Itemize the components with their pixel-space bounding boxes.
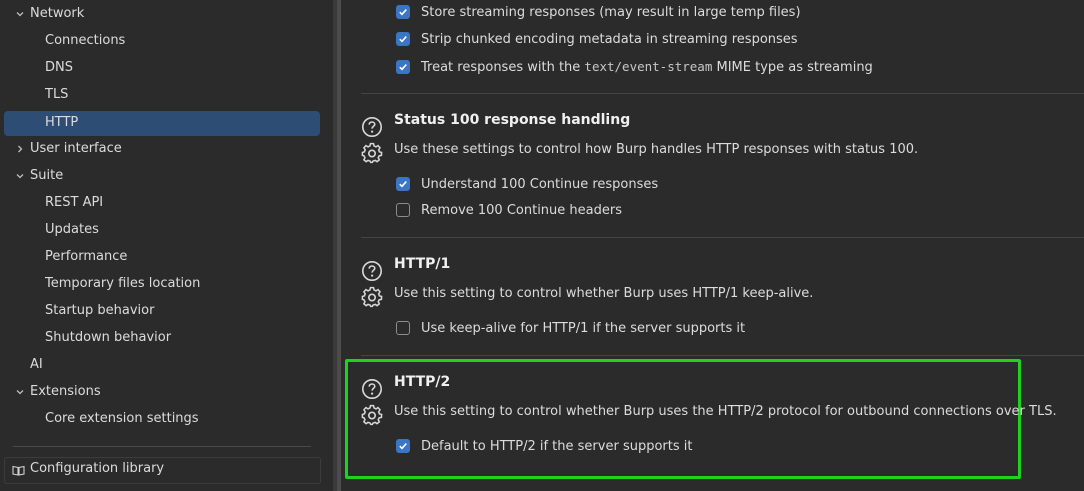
sidebar-item-label: Performance bbox=[45, 249, 128, 264]
checkbox-checked[interactable] bbox=[396, 439, 410, 453]
remove-100-continue-headers-option[interactable]: Remove 100 Continue headers bbox=[396, 200, 622, 220]
sidebar-item-label: Core extension settings bbox=[45, 411, 199, 426]
sidebar-item-label: Connections bbox=[45, 33, 126, 48]
sidebar-item-temporary-files-location[interactable]: Temporary files location bbox=[4, 271, 320, 296]
section-description: Use these settings to control how Burp h… bbox=[394, 142, 919, 157]
sidebar-item-extensions[interactable]: Extensions bbox=[4, 379, 320, 404]
sidebar-item-network[interactable]: Network bbox=[4, 1, 320, 26]
checkbox-unchecked[interactable] bbox=[396, 203, 410, 217]
label-suffix: MIME type as streaming bbox=[712, 60, 873, 75]
sidebar-item-label: DNS bbox=[45, 60, 73, 75]
section-title: HTTP/2 bbox=[394, 374, 451, 390]
sidebar-item-tls[interactable]: TLS bbox=[4, 82, 320, 107]
sidebar-item-performance[interactable]: Performance bbox=[4, 244, 320, 269]
sidebar-divider bbox=[13, 446, 311, 447]
sidebar-item-suite[interactable]: Suite bbox=[4, 163, 320, 188]
sidebar-item-label: Startup behavior bbox=[45, 303, 155, 318]
configuration-library-button[interactable]: Configuration library bbox=[4, 457, 321, 484]
http1-keep-alive-option[interactable]: Use keep-alive for HTTP/1 if the server … bbox=[396, 318, 745, 338]
sidebar-item-updates[interactable]: Updates bbox=[4, 217, 320, 242]
checkbox-unchecked[interactable] bbox=[396, 321, 410, 335]
section-description: Use this setting to control whether Burp… bbox=[394, 286, 814, 301]
chevron-down-icon[interactable] bbox=[15, 171, 25, 181]
book-icon bbox=[12, 465, 25, 480]
chevron-down-icon[interactable] bbox=[15, 387, 25, 397]
section-title: Status 100 response handling bbox=[394, 112, 631, 128]
store-streaming-responses-option[interactable]: Store streaming responses (may result in… bbox=[396, 2, 801, 22]
section-divider bbox=[361, 355, 1084, 356]
sidebar-item-label: User interface bbox=[30, 141, 122, 156]
sidebar-item-label: TLS bbox=[45, 87, 69, 102]
checkbox-label: Remove 100 Continue headers bbox=[421, 202, 622, 218]
sidebar-item-http[interactable]: HTTP bbox=[4, 111, 320, 136]
sidebar-item-label: Network bbox=[30, 6, 85, 21]
checkbox-checked[interactable] bbox=[396, 5, 410, 19]
chevron-down-icon[interactable] bbox=[15, 9, 25, 19]
treat-event-stream-option[interactable]: Treat responses with the text/event-stre… bbox=[396, 57, 873, 77]
sidebar-item-core-extension-settings[interactable]: Core extension settings bbox=[4, 406, 320, 431]
sidebar-item-rest-api[interactable]: REST API bbox=[4, 190, 320, 215]
mime-type-code: text/event-stream bbox=[584, 59, 713, 74]
gear-icon[interactable] bbox=[361, 286, 383, 308]
sidebar-item-dns[interactable]: DNS bbox=[4, 55, 320, 80]
section-divider bbox=[361, 237, 1084, 238]
sidebar-item-label: HTTP bbox=[45, 115, 79, 130]
checkbox-label: Treat responses with the text/event-stre… bbox=[421, 59, 873, 75]
sidebar-item-label: Shutdown behavior bbox=[45, 330, 172, 345]
configuration-library-label: Configuration library bbox=[30, 461, 165, 476]
settings-sidebar: Network Connections DNS TLS HTTP User in… bbox=[0, 0, 333, 491]
checkbox-checked[interactable] bbox=[396, 32, 410, 46]
sidebar-item-label: AI bbox=[30, 357, 43, 372]
help-icon[interactable] bbox=[361, 260, 383, 282]
sidebar-item-label: Updates bbox=[45, 222, 99, 237]
checkbox-label: Use keep-alive for HTTP/1 if the server … bbox=[421, 320, 746, 336]
help-icon[interactable] bbox=[361, 378, 383, 400]
sidebar-item-label: Temporary files location bbox=[45, 276, 201, 291]
settings-content: Store streaming responses (may result in… bbox=[341, 0, 1084, 491]
chevron-right-icon[interactable] bbox=[15, 144, 25, 154]
gear-icon[interactable] bbox=[361, 142, 383, 164]
gear-icon[interactable] bbox=[361, 404, 383, 426]
checkbox-label: Strip chunked encoding metadata in strea… bbox=[421, 31, 798, 47]
checkbox-label: Store streaming responses (may result in… bbox=[421, 4, 801, 20]
section-divider bbox=[361, 93, 1084, 94]
sidebar-item-label: REST API bbox=[45, 195, 104, 210]
sidebar-item-connections[interactable]: Connections bbox=[4, 28, 320, 53]
checkbox-checked[interactable] bbox=[396, 177, 410, 191]
checkbox-label: Understand 100 Continue responses bbox=[421, 176, 659, 192]
sidebar-item-label: Suite bbox=[30, 168, 64, 183]
help-icon[interactable] bbox=[361, 116, 383, 138]
sidebar-item-ai[interactable]: AI bbox=[4, 352, 320, 377]
label-prefix: Treat responses with the bbox=[421, 60, 585, 75]
section-description: Use this setting to control whether Burp… bbox=[394, 404, 1057, 419]
checkbox-label: Default to HTTP/2 if the server supports… bbox=[421, 438, 693, 454]
sidebar-item-startup-behavior[interactable]: Startup behavior bbox=[4, 298, 320, 323]
default-to-http2-option[interactable]: Default to HTTP/2 if the server supports… bbox=[396, 436, 692, 456]
sidebar-item-label: Extensions bbox=[30, 384, 101, 399]
understand-100-continue-option[interactable]: Understand 100 Continue responses bbox=[396, 174, 658, 194]
strip-chunked-encoding-option[interactable]: Strip chunked encoding metadata in strea… bbox=[396, 29, 798, 49]
sidebar-item-user-interface[interactable]: User interface bbox=[4, 136, 320, 161]
settings-window: Network Connections DNS TLS HTTP User in… bbox=[0, 0, 1084, 491]
sidebar-item-shutdown-behavior[interactable]: Shutdown behavior bbox=[4, 325, 320, 350]
section-title: HTTP/1 bbox=[394, 256, 451, 272]
checkbox-checked[interactable] bbox=[396, 60, 410, 74]
